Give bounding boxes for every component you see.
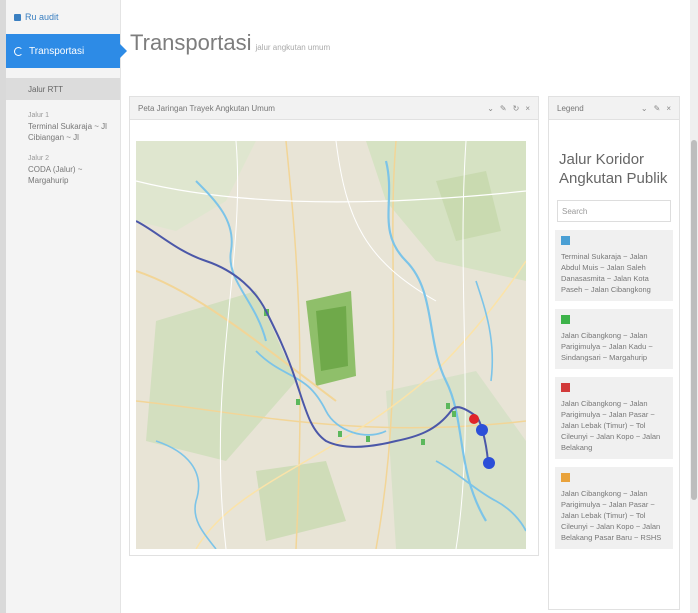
sidebar-header[interactable]: Ru audit — [6, 0, 120, 34]
collapse-icon[interactable]: ⌄ — [487, 104, 494, 113]
edit-icon[interactable]: ✎ — [500, 104, 507, 113]
legend-color-swatch — [561, 315, 570, 324]
legend-heading-line: Angkutan Publik — [559, 170, 668, 187]
route-marker — [366, 436, 370, 442]
legend-search-input[interactable]: Search — [557, 200, 671, 222]
home-icon — [14, 13, 21, 21]
blue-stop-marker[interactable] — [476, 424, 488, 436]
legend-item-text: Terminal Sukaraja ~ Jalan Abdul Muis ~ J… — [561, 252, 651, 294]
legend-item[interactable]: Terminal Sukaraja ~ Jalan Abdul Muis ~ J… — [555, 230, 673, 301]
legend-heading: Jalur Koridor Angkutan Publik — [559, 150, 679, 188]
sidebar-item-transportasi[interactable]: Transportasi — [6, 34, 127, 68]
sidebar-link[interactable]: CODA (Jalur) ~ Margahurip — [28, 164, 120, 186]
page-title-text: Transportasi — [130, 30, 252, 55]
legend-color-swatch — [561, 473, 570, 482]
page-scrollbar[interactable] — [690, 0, 698, 613]
search-placeholder: Search — [562, 206, 588, 216]
route-marker — [452, 411, 456, 417]
route-marker — [421, 439, 425, 445]
map-panel-header: Peta Jaringan Trayek Angkutan Umum ⌄ ✎ ↻… — [130, 97, 538, 120]
map-svg — [135, 140, 527, 550]
legend-item[interactable]: Jalan Cibangkong ~ Jalan Parigimulya ~ J… — [555, 467, 673, 549]
group-title: Jalur 2 — [28, 155, 50, 162]
page-subtitle: jalur angkutan umum — [255, 43, 331, 52]
route-marker — [338, 431, 342, 437]
sidebar-link[interactable]: Cibiangan ~ Jl — [28, 132, 120, 143]
legend-item-text: Jalan Cibangkong ~ Jalan Parigimulya ~ J… — [561, 331, 653, 362]
legend-panel-title: Legend — [557, 103, 584, 113]
legend-item-text: Jalan Cibangkong ~ Jalan Parigimulya ~ J… — [561, 399, 661, 452]
legend-panel: Legend ⌄ ✎ × Jalur Koridor Angkutan Publ… — [548, 96, 680, 610]
close-icon[interactable]: × — [525, 104, 530, 113]
edit-icon[interactable]: ✎ — [654, 104, 661, 113]
map-view[interactable] — [135, 140, 527, 550]
page-title: Transportasi jalur angkutan umum — [130, 30, 330, 56]
legend-item-text: Jalan Cibangkong ~ Jalan Parigimulya ~ J… — [561, 489, 662, 542]
sidebar-group-2: Jalur 2 CODA (Jalur) ~ Margahurip — [6, 153, 120, 186]
sidebar-item-label: Transportasi — [29, 45, 85, 57]
sidebar: Ru audit Transportasi Jalur RTT Jalur 1 … — [6, 0, 127, 613]
sidebar-group-1: Jalur 1 Terminal Sukaraja ~ Jl Cibiangan… — [6, 110, 120, 143]
legend-panel-header: Legend ⌄ ✎ × — [549, 97, 679, 120]
route-marker — [446, 403, 450, 409]
route-marker — [296, 399, 300, 405]
legend-heading-line: Jalur Koridor — [559, 151, 645, 168]
sidebar-subitem-selected[interactable]: Jalur RTT — [6, 78, 120, 100]
close-icon[interactable]: × — [666, 104, 671, 113]
scrollbar-thumb[interactable] — [691, 140, 697, 500]
red-stop-marker[interactable] — [469, 414, 479, 424]
sidebar-subitem-label: Jalur RTT — [28, 84, 63, 94]
group-title: Jalur 1 — [28, 112, 50, 119]
collapse-icon[interactable]: ⌄ — [641, 104, 648, 113]
sidebar-header-label: Ru audit — [25, 12, 59, 22]
legend-color-swatch — [561, 236, 570, 245]
map-panel: Peta Jaringan Trayek Angkutan Umum ⌄ ✎ ↻… — [129, 96, 539, 556]
legend-item[interactable]: Jalan Cibangkong ~ Jalan Parigimulya ~ J… — [555, 377, 673, 459]
legend-item[interactable]: Jalan Cibangkong ~ Jalan Parigimulya ~ J… — [555, 309, 673, 369]
forest-area — [316, 306, 348, 371]
sidebar-link[interactable]: Terminal Sukaraja ~ Jl — [28, 121, 120, 132]
blue-stop-marker[interactable] — [483, 457, 495, 469]
legend-color-swatch — [561, 383, 570, 392]
map-panel-title: Peta Jaringan Trayek Angkutan Umum — [138, 103, 275, 113]
refresh-icon — [14, 46, 23, 56]
refresh-icon[interactable]: ↻ — [513, 104, 520, 113]
